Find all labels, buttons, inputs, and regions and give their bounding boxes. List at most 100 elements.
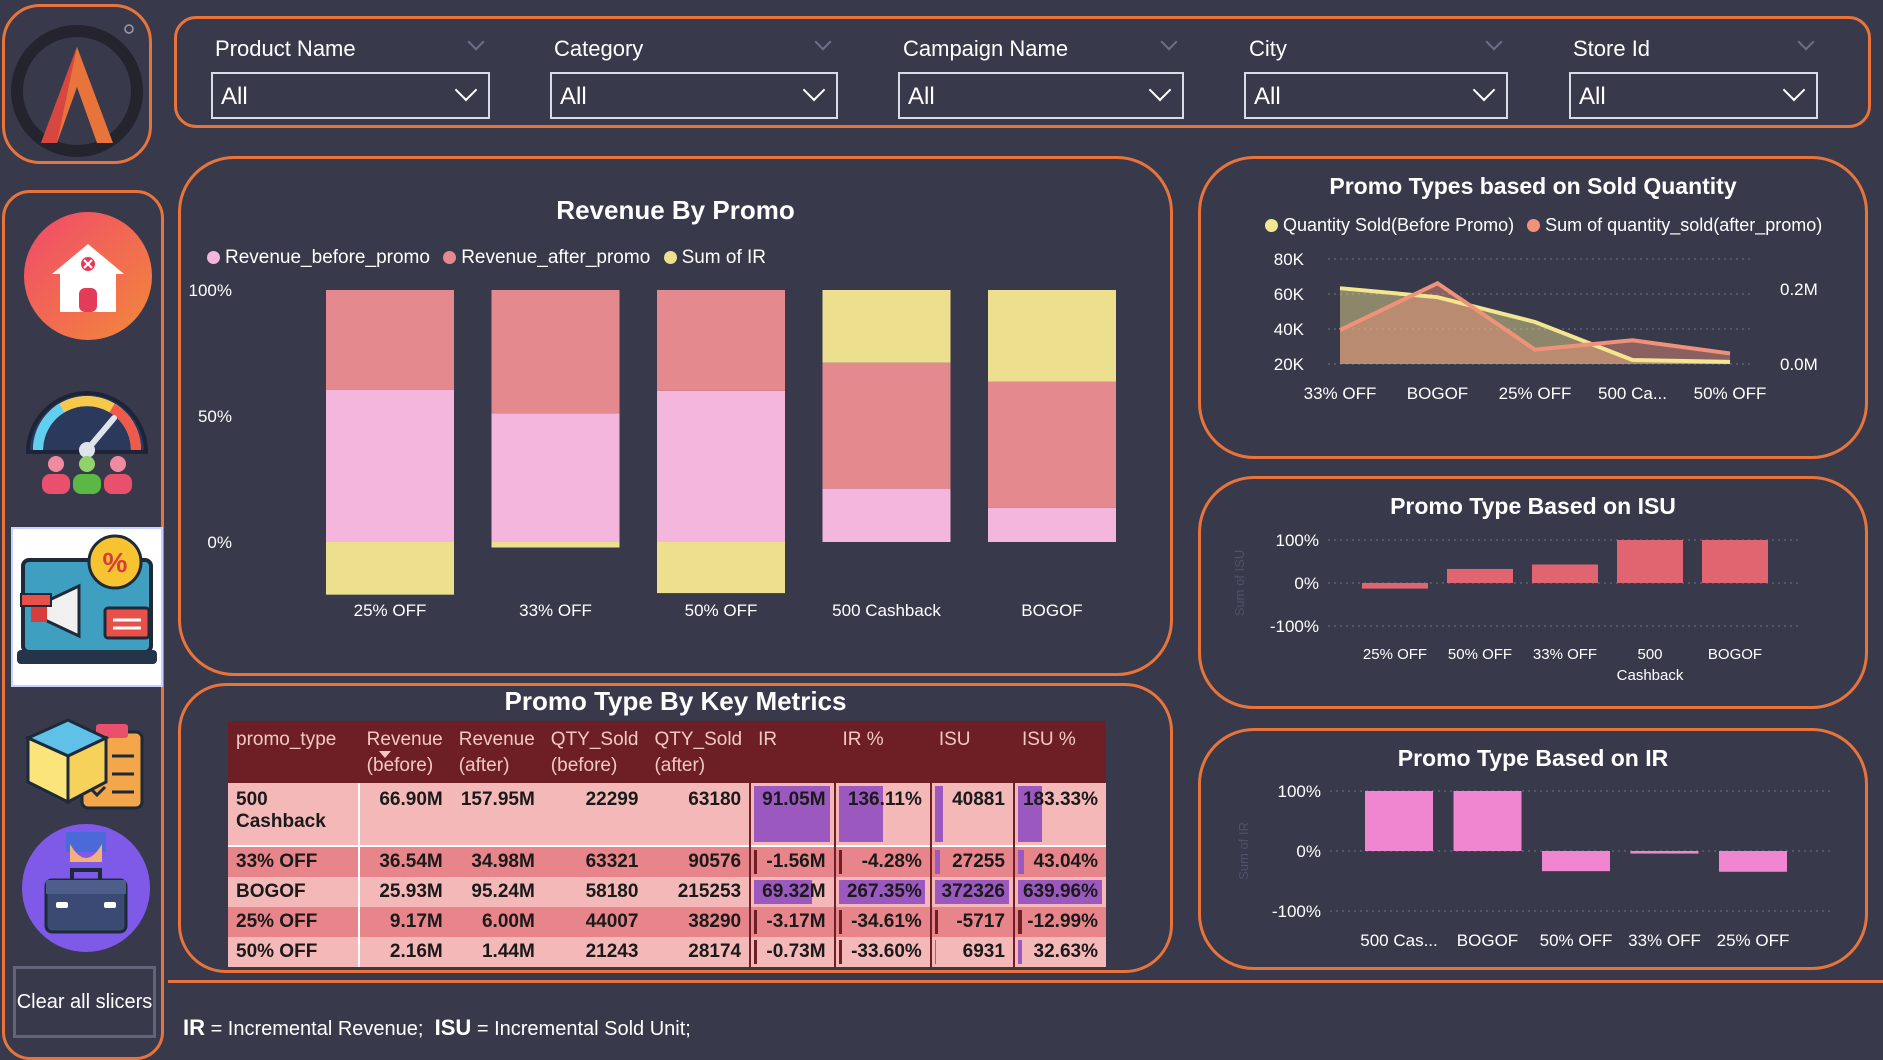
table-cell: 1.44M <box>450 937 543 967</box>
table-row[interactable]: 25% OFF 9.17M 6.00M 44007 38290 -3.17M -34.61%… <box>228 907 1106 937</box>
bar <box>1617 540 1683 583</box>
bar-segment <box>988 381 1116 508</box>
bar-segment <box>988 290 1116 382</box>
bar <box>1453 791 1522 851</box>
nav-performance-button[interactable] <box>14 372 160 500</box>
dropdown-value: All <box>1579 83 1606 110</box>
slicer-label: Campaign Name <box>903 36 1069 61</box>
cell-value: 267.35% <box>846 881 922 902</box>
nav-product-button[interactable] <box>22 704 150 812</box>
bar-segment <box>326 290 454 390</box>
column-header[interactable]: QTY_Sold (after) <box>646 721 751 783</box>
chart-title: Revenue By Promo <box>556 195 795 225</box>
cell-value: 95.24M <box>471 881 535 902</box>
revenue-by-promo-chart: 100% 50% 0% 25% OFF 33% OFF 50% OFF 500 Cashba… <box>189 281 1116 620</box>
legend-dot <box>207 251 220 264</box>
x-tick-label: 25% OFF <box>1363 646 1427 663</box>
table-header-row: promo_type Revenue (before) Revenue (aft… <box>228 721 1106 783</box>
cell-value: -4.28% <box>861 851 922 872</box>
legend-item[interactable]: Revenue_before_promo <box>207 247 430 268</box>
legend-label: Revenue_after_promo <box>461 247 651 268</box>
city-dropdown[interactable]: All <box>1244 72 1508 119</box>
cell-value: 43.04% <box>1033 851 1098 872</box>
cell-value: 33% OFF <box>236 851 318 872</box>
table-cell: -34.61% <box>833 907 931 937</box>
table-row[interactable]: 50% OFF 2.16M 1.44M 21243 28174 -0.73M -33.60%… <box>228 937 1106 967</box>
y-tick-label: 100% <box>189 281 232 300</box>
legend-item[interactable]: Quantity Sold(Before Promo) <box>1265 215 1514 235</box>
cell-value: 50% OFF <box>236 941 318 962</box>
header-label: promo_type <box>236 729 337 750</box>
table-title: Promo Type By Key Metrics <box>504 686 847 716</box>
chevron-down-icon <box>1472 78 1496 102</box>
table-cell: 372326 <box>929 877 1014 907</box>
bar <box>1362 583 1428 589</box>
table-row[interactable]: 33% OFF 36.54M 34.98M 63321 90576 -1.56M -4.28… <box>228 845 1106 877</box>
cell-value: 36.54M <box>379 851 443 872</box>
column-header[interactable]: Revenue (after) <box>450 721 543 783</box>
column-header[interactable]: promo_type <box>228 721 391 783</box>
table-cell: 639.96% <box>1012 877 1106 907</box>
cell-value: 183.33% <box>1022 789 1098 810</box>
table-row[interactable]: 500 Cashback 66.90M 157.95M 22299 63180 91.05… <box>228 783 1106 846</box>
chart-legend: Quantity Sold(Before Promo) Sum of quant… <box>1265 215 1830 236</box>
product-name-dropdown[interactable]: All <box>211 72 490 119</box>
data-bar <box>754 850 758 874</box>
legend-item[interactable]: Sum of quantity_sold(after_promo) <box>1527 215 1822 235</box>
table-cell: 91.05M <box>749 783 835 846</box>
bar <box>1542 851 1610 872</box>
cell-value: 136.11% <box>847 789 922 810</box>
ir-chart: 100% 0% -100% Sum of IR 500 Cas... BOGOF 50% O… <box>1236 782 1830 950</box>
table-cell: 32.63% <box>1012 937 1106 967</box>
legend-item[interactable]: Revenue_after_promo <box>443 247 650 268</box>
column-header[interactable]: IR <box>750 721 835 783</box>
table-cell: 25.93M <box>357 877 451 907</box>
cell-value: 63321 <box>585 851 639 872</box>
cell-value: 40881 <box>952 789 1005 810</box>
legend-dot <box>443 251 457 264</box>
x-tick-label: 50% OFF <box>685 601 758 620</box>
store-id-dropdown[interactable]: All <box>1569 72 1818 119</box>
dropdown-value: All <box>560 83 587 110</box>
column-header[interactable]: ISU % <box>1013 721 1106 783</box>
y-tick-label: 20K <box>1274 355 1305 374</box>
ir-definition: = Incremental Revenue; <box>210 1018 424 1040</box>
column-header[interactable]: QTY_Sold (before) <box>542 721 647 783</box>
table-cell: 25% OFF <box>228 907 359 937</box>
promo-megaphone-icon: % <box>17 534 157 664</box>
table-cell: 66.90M <box>357 783 451 846</box>
column-header[interactable]: ISU <box>930 721 1014 783</box>
cell-value: 28174 <box>688 941 742 962</box>
cell-value: -1.56M <box>766 851 826 872</box>
ir-abbr: IR <box>183 1015 205 1040</box>
bar <box>1630 851 1699 854</box>
nav-business-button[interactable] <box>22 822 150 956</box>
x-tick-label: 50% OFF <box>1694 384 1767 403</box>
y-tick-label: 0% <box>207 533 232 552</box>
campaign-name-dropdown[interactable]: All <box>898 72 1184 119</box>
legend-dot <box>663 251 677 264</box>
bar-segment <box>822 290 951 363</box>
data-bar <box>1017 850 1024 874</box>
cell-value: 6.00M <box>481 911 535 932</box>
table-cell: -12.99% <box>1012 907 1106 937</box>
clear-all-slicers-button[interactable]: Clear all slicers <box>13 966 156 1038</box>
x-tick-label: 500 Cashback <box>832 601 941 620</box>
cell-value: 63180 <box>688 789 742 810</box>
cell-value: BOGOF <box>236 881 306 902</box>
category-dropdown[interactable]: All <box>550 72 838 119</box>
logo-frame <box>2 4 152 164</box>
column-header[interactable]: IR % <box>834 721 931 783</box>
cell-value: 27255 <box>952 851 1005 872</box>
table-cell: 90576 <box>646 845 751 877</box>
nav-home-button[interactable] <box>22 212 154 340</box>
table-row[interactable]: BOGOF 25.93M 95.24M 58180 215253 69.32M 267.35… <box>228 877 1106 907</box>
nav-promo-button[interactable]: % <box>11 527 163 687</box>
table-cell: -0.73M <box>749 937 835 967</box>
cell-value: 25.93M <box>379 881 443 902</box>
cell-value: 58180 <box>585 881 639 902</box>
table-cell: 43.04% <box>1012 845 1106 877</box>
y-axis-title: Sum of IR <box>1236 822 1251 880</box>
column-header[interactable]: Revenue (before) <box>358 721 451 783</box>
legend-item[interactable]: Sum of IR <box>663 247 766 268</box>
